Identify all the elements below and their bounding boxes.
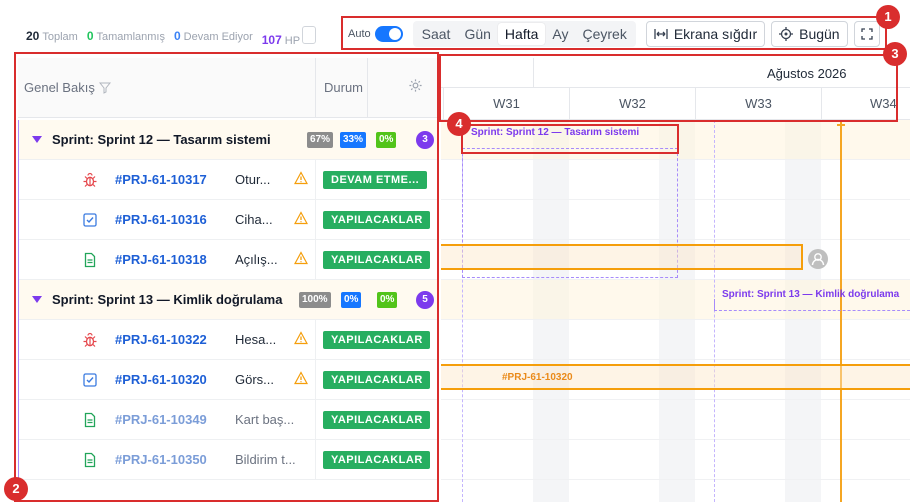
summary-stats: 20 Toplam 0 Tamamlanmış 0 Devam Ediyor 107 H… (26, 25, 317, 47)
today-line (840, 120, 842, 502)
stat-done: 0 Tamamlanmış (86, 29, 165, 43)
sprint-13-bar-label[interactable]: Sprint: Sprint 13 — Kimlik doğrulama (722, 289, 899, 300)
stat-in-progress: 0 Devam Ediyor (173, 29, 253, 43)
clipped-button[interactable] (302, 25, 317, 44)
sprint-13-range[interactable] (714, 310, 910, 311)
stat-hp: 107 HP (262, 25, 317, 47)
annotation-box-timescale (439, 54, 898, 122)
annotation-box-sprint-bar (461, 124, 679, 154)
annotation-box-grid (14, 52, 439, 502)
task-bar-label: #PRJ-61-10320 (502, 372, 573, 383)
annotation-marker-2: 2 (4, 477, 28, 501)
annotation-box-toolbar (341, 16, 887, 50)
annotation-marker-3: 3 (883, 42, 907, 66)
annotation-marker-1: 1 (876, 5, 900, 29)
task-bar[interactable] (441, 244, 803, 270)
avatar[interactable] (808, 249, 828, 269)
user-icon (811, 253, 825, 266)
gantt-app: 20 Toplam 0 Tamamlanmış 0 Devam Ediyor 107 H… (0, 0, 910, 502)
sprint-boundary-line (714, 120, 715, 502)
stat-total: 20 Toplam (26, 29, 78, 43)
annotation-marker-4: 4 (447, 112, 471, 136)
today-marker (837, 124, 845, 126)
sprint-13-start-tick (714, 299, 715, 311)
